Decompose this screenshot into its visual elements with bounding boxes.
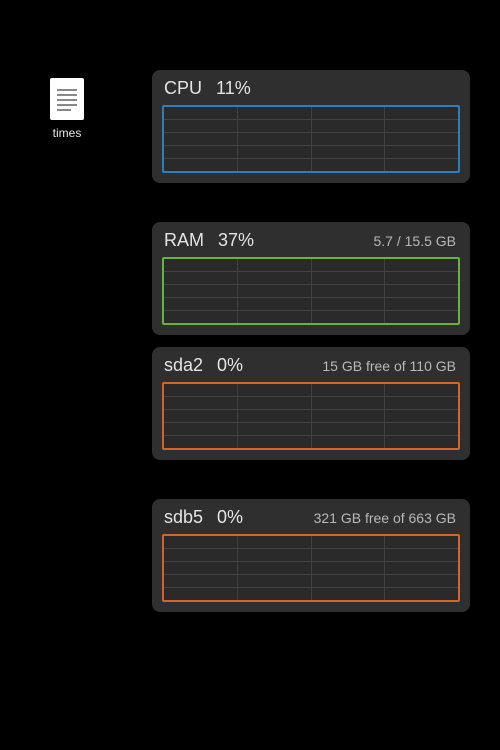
cpu-header: CPU 11% xyxy=(162,76,460,105)
file-label: times xyxy=(53,126,82,140)
sdb5-subtext: 321 GB free of 663 GB xyxy=(314,510,456,526)
ram-graph xyxy=(162,257,460,325)
sdb5-value: 0% xyxy=(217,507,243,528)
sda2-graph xyxy=(162,382,460,450)
ram-sparkline xyxy=(164,259,458,325)
sda2-value: 0% xyxy=(217,355,243,376)
system-monitor-widgets: CPU 11% RAM 37% 5.7 / 15.5 GB sda2 0% 15… xyxy=(152,70,470,612)
text-file-icon xyxy=(50,78,84,120)
cpu-sparkline xyxy=(164,107,458,173)
ram-value: 37% xyxy=(218,230,254,251)
sdb5-sparkline xyxy=(164,536,458,602)
sda2-title: sda2 xyxy=(164,355,203,376)
cpu-graph xyxy=(162,105,460,173)
ram-widget[interactable]: RAM 37% 5.7 / 15.5 GB xyxy=(152,222,470,335)
ram-header: RAM 37% 5.7 / 15.5 GB xyxy=(162,228,460,257)
ram-subtext: 5.7 / 15.5 GB xyxy=(374,233,457,249)
sdb5-widget[interactable]: sdb5 0% 321 GB free of 663 GB xyxy=(152,499,470,612)
cpu-widget[interactable]: CPU 11% xyxy=(152,70,470,183)
sdb5-title: sdb5 xyxy=(164,507,203,528)
sda2-widget[interactable]: sda2 0% 15 GB free of 110 GB xyxy=(152,347,470,460)
sdb5-header: sdb5 0% 321 GB free of 663 GB xyxy=(162,505,460,534)
sda2-subtext: 15 GB free of 110 GB xyxy=(322,358,456,374)
cpu-title: CPU xyxy=(164,78,202,99)
sda2-sparkline xyxy=(164,384,458,450)
sdb5-graph xyxy=(162,534,460,602)
cpu-value: 11% xyxy=(216,78,251,99)
ram-title: RAM xyxy=(164,230,204,251)
sda2-header: sda2 0% 15 GB free of 110 GB xyxy=(162,353,460,382)
desktop-file-icon[interactable]: times xyxy=(42,78,92,140)
